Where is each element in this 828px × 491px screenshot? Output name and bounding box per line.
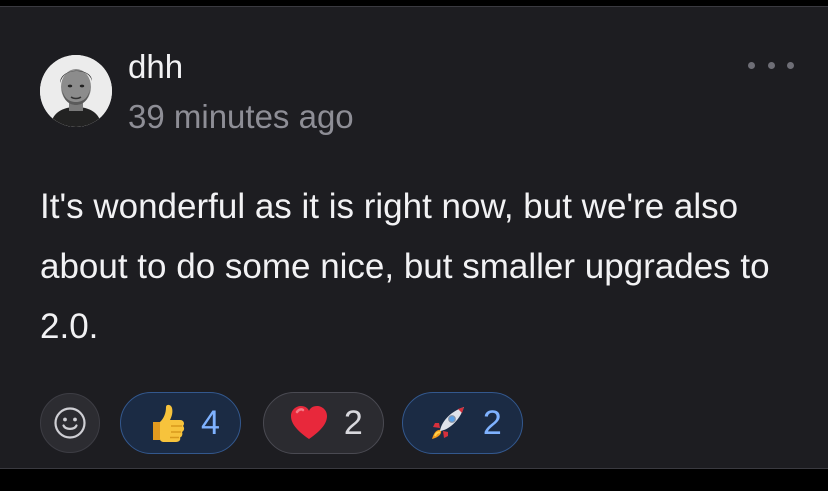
author-name[interactable]: dhh (128, 47, 183, 87)
reaction-count: 2 (482, 403, 502, 442)
ellipsis-icon[interactable] (748, 53, 794, 77)
avatar-image (40, 55, 112, 127)
reaction-rocket[interactable]: 2 (401, 392, 523, 454)
rocket-icon (431, 407, 464, 439)
comment-card: dhh 39 minutes ago It's wonderful as it … (0, 6, 828, 469)
reaction-bar: 4 2 2 (40, 392, 523, 454)
avatar[interactable] (40, 55, 112, 127)
comment-body: It's wonderful as it is right now, but w… (40, 187, 770, 346)
reaction-heart[interactable]: 2 (262, 392, 384, 454)
reaction-count: 2 (343, 403, 363, 442)
ellipsis-dot (748, 61, 755, 69)
smiley-icon (54, 407, 86, 439)
ellipsis-dot (787, 61, 794, 69)
thumbs-up-icon (153, 404, 185, 442)
add-reaction-button[interactable] (40, 393, 100, 453)
reaction-count: 4 (201, 403, 220, 442)
heart-icon (290, 406, 327, 439)
reaction-thumbs-up[interactable]: 4 (120, 392, 241, 454)
comment-timestamp: 39 minutes ago (128, 98, 354, 135)
ellipsis-dot (767, 61, 775, 69)
